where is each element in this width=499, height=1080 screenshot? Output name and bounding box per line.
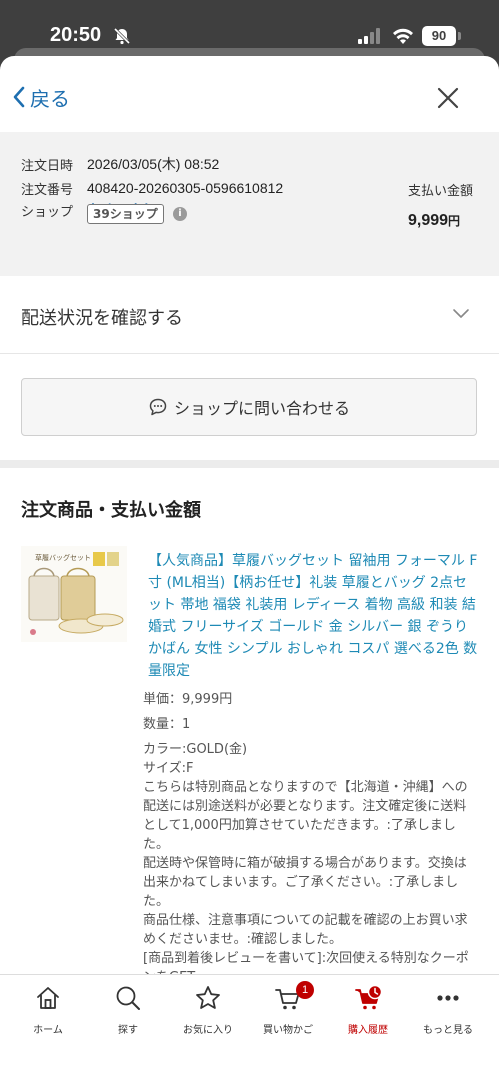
payment-amount-value: 9,999	[408, 212, 449, 229]
order-date-label: 注文日時	[21, 158, 74, 174]
battery-indicator: 90	[422, 26, 456, 46]
close-icon[interactable]	[434, 84, 462, 112]
shipping-status-label: 配送状況を確認する	[21, 308, 183, 329]
cart-count-badge: 1	[296, 981, 314, 999]
tab-purchase-history-label: 購入履歴	[348, 1025, 388, 1036]
chevron-down-icon	[453, 309, 469, 318]
order-number-row: 注文番号 408420-20260305-0596610812	[21, 177, 283, 199]
tab-more[interactable]: もっと見る	[408, 983, 488, 1043]
tab-purchase-history[interactable]: 購入履歴	[328, 983, 408, 1043]
tab-favorites[interactable]: お気に入り	[168, 983, 248, 1043]
tab-more-label: もっと見る	[423, 1025, 473, 1036]
signal-icon	[358, 28, 380, 44]
search-icon	[116, 986, 140, 1010]
shipping-status-toggle[interactable]: 配送状況を確認する	[0, 278, 499, 354]
order-number-value: 408420-20260305-0596610812	[87, 180, 284, 196]
product-image[interactable]: 草履バッグセット	[21, 546, 127, 642]
back-label: 戻る	[30, 86, 70, 111]
wifi-icon	[393, 28, 413, 44]
shop-label: ショップ	[21, 204, 74, 220]
back-button[interactable]: 戻る	[12, 82, 70, 112]
order-date-value: 2026/03/05(木) 08:52	[87, 156, 220, 172]
section-title: 注文商品・支払い金額	[21, 500, 201, 521]
section-divider	[0, 460, 499, 468]
product-title-link[interactable]: 【人気商品】草履バッグセット 留袖用 フォーマル F寸 (ML相当)【柄お任せ】…	[148, 550, 478, 682]
tab-cart-label: 買い物かご	[263, 1025, 313, 1036]
bottom-tab-bar: ホーム 探す お気に入り 1 買い物かご 購入履歴 もっと見る	[0, 974, 499, 1080]
tab-home-label: ホーム	[33, 1025, 63, 1036]
tab-search[interactable]: 探す	[88, 983, 168, 1043]
tab-cart[interactable]: 1 買い物かご	[248, 981, 328, 1043]
bell-muted-icon	[113, 27, 131, 45]
size-option: サイズ:F	[143, 761, 194, 776]
star-icon	[196, 986, 220, 1009]
order-date-row: 注文日時 2026/03/05(木) 08:52	[21, 153, 219, 175]
payment-unit: 円	[448, 214, 461, 228]
battery-tip	[458, 32, 461, 40]
chevron-left-icon	[13, 86, 25, 108]
contact-shop-label: ショップに問い合わせる	[173, 399, 350, 418]
payment-label: 支払い金額	[408, 184, 474, 199]
navigation-bar: 戻る	[0, 56, 499, 132]
spec-note: 商品仕様、注意事項についての記載を確認の上お買い求めくださいませ。:確認しました…	[143, 913, 468, 947]
damage-note: 配送時や保管時に箱が破損する場合があります。交換は出来かねてしまいます。ご了承く…	[143, 856, 467, 909]
order-summary: 注文日時 2026/03/05(木) 08:52 注文番号 408420-202…	[0, 132, 499, 276]
tab-favorites-label: お気に入り	[183, 1025, 233, 1036]
more-icon	[437, 995, 459, 1001]
chat-bubble-icon	[149, 398, 167, 416]
shipping-note: こちらは特別商品となりますので【北海道・沖縄】への配送には別途送料が必要となりま…	[143, 780, 468, 852]
contact-shop-button[interactable]: ショップに問い合わせる	[21, 378, 477, 436]
tab-search-label: 探す	[118, 1025, 138, 1036]
quantity: 数量：1	[143, 717, 191, 732]
info-icon[interactable]: i	[173, 207, 187, 221]
order-number-label: 注文番号	[21, 182, 74, 198]
product-details: 単価：9,999円 数量：1 カラー:GOLD(金) サイズ:F こちらは特別商…	[143, 690, 479, 987]
purchase-history-icon	[355, 984, 383, 1010]
tab-home[interactable]: ホーム	[8, 983, 88, 1043]
order-detail-sheet: 戻る 注文日時 2026/03/05(木) 08:52 注文番号 408420-…	[0, 56, 499, 1080]
status-time: 20:50	[50, 24, 102, 46]
unit-price: 単価：9,999円	[143, 692, 233, 707]
color-option: カラー:GOLD(金)	[143, 742, 248, 757]
product-image-caption: 草履バッグセット	[35, 553, 91, 562]
home-icon	[37, 987, 59, 1009]
payment-amount: 9,999円	[408, 212, 460, 230]
shop-39-badge: 39ショップ	[87, 204, 164, 224]
